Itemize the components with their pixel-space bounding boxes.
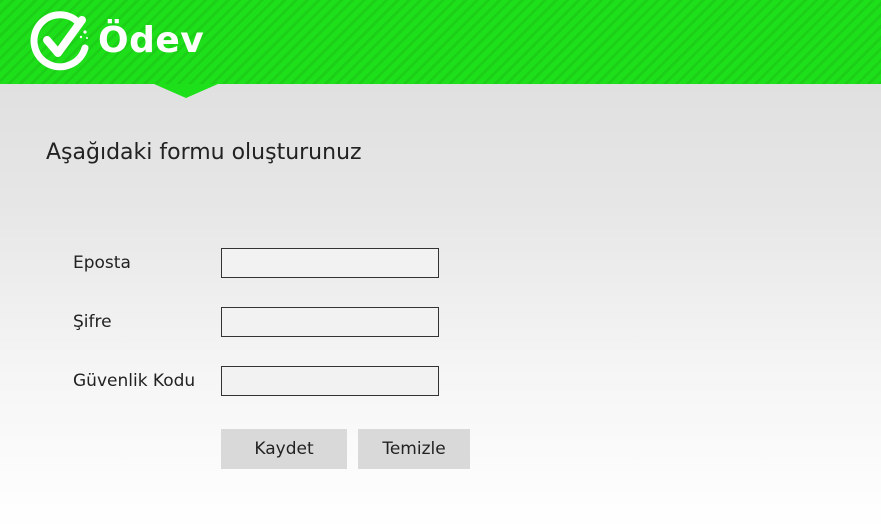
header-bar: Ödev [0, 0, 881, 84]
password-field[interactable] [221, 307, 439, 337]
email-field[interactable] [221, 248, 439, 278]
page-title: Aşağıdaki formu oluşturunuz [46, 140, 362, 165]
security-code-label: Güvenlik Kodu [73, 371, 196, 391]
save-button[interactable]: Kaydet [221, 429, 347, 469]
email-label: Eposta [73, 253, 131, 273]
security-code-field[interactable] [221, 366, 439, 396]
checkmark-circle-icon [30, 11, 89, 71]
password-row: Şifre [73, 307, 439, 337]
header-notch [154, 84, 218, 98]
password-label: Şifre [73, 312, 112, 332]
clear-button[interactable]: Temizle [358, 429, 470, 469]
brand-logo: Ödev [30, 10, 204, 72]
email-row: Eposta [73, 248, 439, 278]
brand-name: Ödev [98, 20, 205, 61]
security-code-row: Güvenlik Kodu [73, 366, 439, 396]
